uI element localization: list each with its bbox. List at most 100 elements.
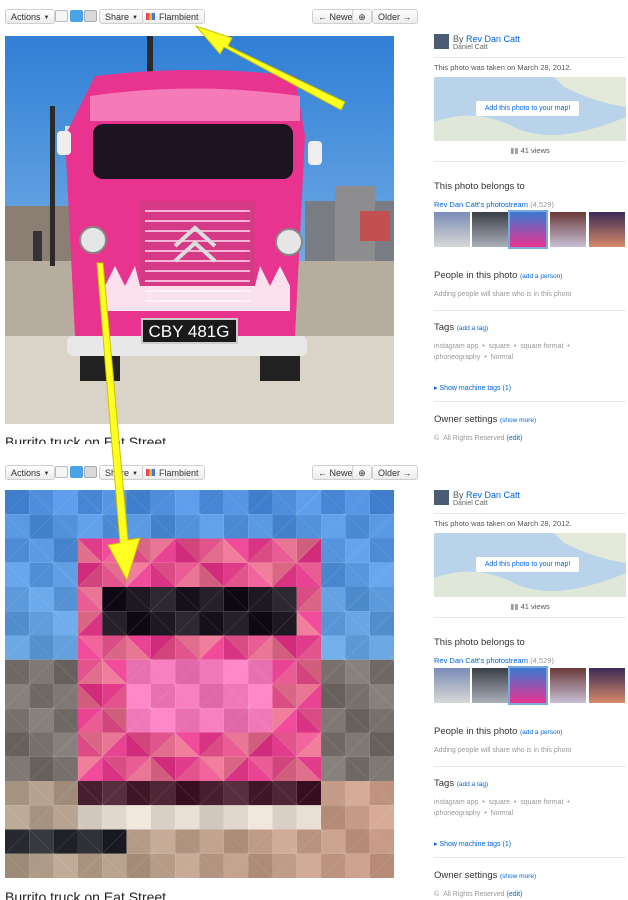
share-menu-button[interactable]: Share ▼ bbox=[99, 9, 144, 24]
people-hint: Adding people will share who is in this … bbox=[434, 291, 572, 298]
author-realname: Daniel Catt bbox=[453, 500, 488, 507]
tags-line-2: iphoneography • Normal bbox=[434, 810, 514, 817]
tags-line-1: instagram app • square • square format • bbox=[434, 799, 570, 806]
photo-title: Burrito truck on Eat Street bbox=[5, 889, 167, 900]
thumbnail[interactable] bbox=[550, 212, 586, 247]
add-person-link[interactable]: (add a person) bbox=[520, 273, 562, 280]
views-icon: ▮▮ bbox=[510, 602, 519, 611]
share-label: Share bbox=[105, 12, 130, 22]
tag[interactable]: square bbox=[489, 343, 510, 350]
copyright-icon: © bbox=[434, 891, 440, 898]
show-machine-tags-link[interactable]: Show machine tags (1) bbox=[439, 841, 511, 848]
by-label: By bbox=[453, 34, 464, 44]
tag[interactable]: Normal bbox=[491, 810, 514, 817]
show-machine-tags-link[interactable]: Show machine tags (1) bbox=[439, 385, 511, 392]
photostream-link[interactable]: Rev Dan Catt's photostream bbox=[434, 200, 528, 209]
view-count: 41 views bbox=[520, 146, 550, 155]
divider bbox=[434, 310, 626, 311]
tag[interactable]: square format bbox=[520, 799, 563, 806]
thumbnail[interactable] bbox=[589, 668, 625, 703]
thumbnail[interactable] bbox=[434, 668, 470, 703]
author-link[interactable]: Rev Dan Catt bbox=[466, 490, 520, 500]
thumbnail[interactable] bbox=[472, 668, 508, 703]
photo-page-flambient: Actions ▼ Share ▼ Flambient ← Newer ⊕ Olde… bbox=[0, 456, 628, 900]
avatar[interactable] bbox=[434, 34, 449, 49]
by-label: By bbox=[453, 490, 464, 500]
thumbnail[interactable] bbox=[589, 212, 625, 247]
photo-page-original: Actions ▼ Share ▼ Flambient ← Newer ⊕ Olde… bbox=[0, 0, 628, 444]
copyright-icon: © bbox=[434, 435, 440, 442]
tag[interactable]: Normal bbox=[491, 354, 514, 361]
twitter-icon[interactable] bbox=[70, 466, 83, 478]
add-person-link[interactable]: (add a person) bbox=[520, 729, 562, 736]
thumbnail[interactable] bbox=[550, 668, 586, 703]
show-more-link[interactable]: (show more) bbox=[500, 873, 536, 880]
thumbnail[interactable] bbox=[472, 212, 508, 247]
tag[interactable]: instagram app bbox=[434, 799, 478, 806]
actions-menu-button[interactable]: Actions ▼ bbox=[5, 9, 56, 24]
flambient-button[interactable]: Flambient bbox=[142, 465, 205, 480]
author-realname: Daniel Catt bbox=[453, 44, 488, 51]
tags-heading: Tags bbox=[434, 778, 455, 789]
add-tag-link[interactable]: (add a tag) bbox=[457, 781, 488, 788]
photo-title: Burrito truck on Eat Street bbox=[5, 434, 167, 444]
older-button[interactable]: Older → bbox=[372, 465, 418, 480]
actions-label: Actions bbox=[11, 12, 41, 22]
triangle-mosaic-image bbox=[5, 490, 394, 878]
tag[interactable]: iphoneography bbox=[434, 354, 480, 361]
people-heading: People in this photo bbox=[434, 270, 518, 281]
actions-menu-button[interactable]: Actions ▼ bbox=[5, 465, 56, 480]
map-area[interactable]: Add this photo to your map! bbox=[434, 533, 626, 597]
older-button[interactable]: Older → bbox=[372, 9, 418, 24]
belongs-heading: This photo belongs to bbox=[434, 181, 525, 192]
zoom-button[interactable]: ⊕ bbox=[352, 465, 372, 480]
add-to-map-button[interactable]: Add this photo to your map! bbox=[476, 101, 579, 116]
tag[interactable]: square format bbox=[520, 343, 563, 350]
thumbnail[interactable] bbox=[434, 212, 470, 247]
people-heading: People in this photo bbox=[434, 726, 518, 737]
magnifier-icon: ⊕ bbox=[358, 12, 366, 22]
flambient-label: Flambient bbox=[159, 12, 199, 22]
tags-line-1: instagram app • square • square format • bbox=[434, 343, 570, 350]
avatar[interactable] bbox=[434, 490, 449, 505]
divider bbox=[434, 617, 626, 618]
tag[interactable]: iphoneography bbox=[434, 810, 480, 817]
divider bbox=[434, 161, 626, 162]
zoom-button[interactable]: ⊕ bbox=[352, 9, 372, 24]
rights-edit-link[interactable]: (edit) bbox=[506, 435, 522, 442]
email-icon[interactable] bbox=[55, 466, 68, 478]
triangle-right-icon: ▸ bbox=[434, 841, 438, 848]
twitter-icon[interactable] bbox=[70, 10, 83, 22]
main-photo-triangulated[interactable] bbox=[5, 490, 394, 878]
rights-text: All Rights Reserved bbox=[443, 891, 505, 898]
add-to-map-button[interactable]: Add this photo to your map! bbox=[476, 557, 579, 572]
share-menu-button[interactable]: Share ▼ bbox=[99, 465, 144, 480]
photostream-link[interactable]: Rev Dan Catt's photostream bbox=[434, 656, 528, 665]
photostream-count: (4,529) bbox=[530, 656, 554, 665]
divider bbox=[434, 401, 626, 402]
thumbnail-current[interactable] bbox=[508, 666, 548, 705]
actions-label: Actions bbox=[11, 468, 41, 478]
tag[interactable]: square bbox=[489, 799, 510, 806]
add-tag-link[interactable]: (add a tag) bbox=[457, 325, 488, 332]
author-link[interactable]: Rev Dan Catt bbox=[466, 34, 520, 44]
rights-edit-link[interactable]: (edit) bbox=[506, 891, 522, 898]
tags-line-2: iphoneography • Normal bbox=[434, 354, 514, 361]
license-plate: CBY 481G bbox=[149, 322, 230, 341]
chevron-down-icon: ▼ bbox=[43, 471, 50, 477]
email-icon[interactable] bbox=[55, 10, 68, 22]
map-area[interactable]: Add this photo to your map! bbox=[434, 77, 626, 141]
taken-date: This photo was taken on March 28, 2012. bbox=[434, 519, 572, 528]
tumblr-icon[interactable] bbox=[84, 466, 97, 478]
flambient-button[interactable]: Flambient bbox=[142, 9, 205, 24]
belongs-heading: This photo belongs to bbox=[434, 637, 525, 648]
show-more-link[interactable]: (show more) bbox=[500, 417, 536, 424]
chevron-down-icon: ▼ bbox=[43, 15, 50, 21]
flambient-label: Flambient bbox=[159, 468, 199, 478]
divider bbox=[434, 857, 626, 858]
tumblr-icon[interactable] bbox=[84, 10, 97, 22]
thumbnail-current[interactable] bbox=[508, 210, 548, 249]
main-photo[interactable]: CBY 481G bbox=[5, 36, 394, 424]
tag[interactable]: instagram app bbox=[434, 343, 478, 350]
triangle-right-icon: ▸ bbox=[434, 385, 438, 392]
